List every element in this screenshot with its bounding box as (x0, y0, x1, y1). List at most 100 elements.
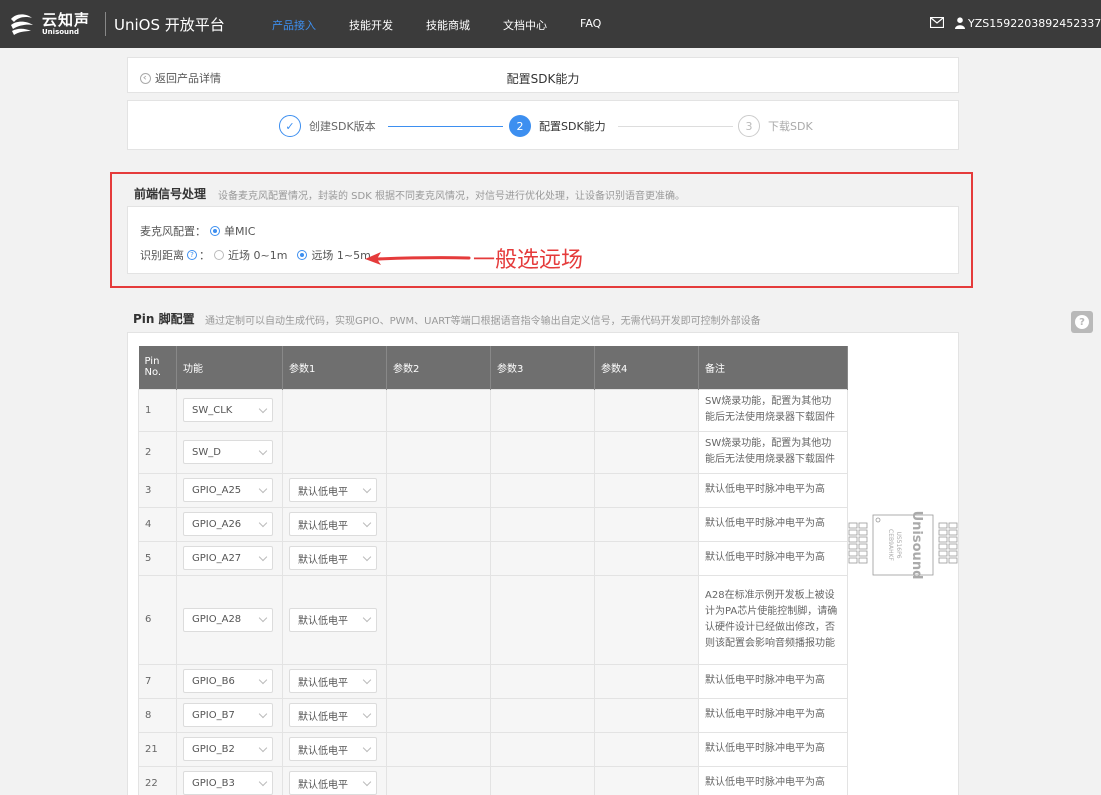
mail-icon[interactable] (930, 17, 944, 28)
param1-select[interactable]: 默认低电平 (289, 512, 377, 536)
table-row: 5 GPIO_A27 默认低电平 默认低电平时脉冲电平为高 (138, 540, 848, 576)
function-cell: GPIO_B2 (176, 731, 283, 767)
pin-number: 5 (138, 540, 177, 576)
param1-select[interactable]: 默认低电平 (289, 737, 377, 761)
note-cell: 默认低电平时脉冲电平为高 (698, 765, 848, 795)
param3-cell (490, 472, 595, 508)
radio-far-field[interactable] (297, 250, 308, 260)
param1-select[interactable]: 默认低电平 (289, 703, 377, 727)
note-cell: 默认低电平时脉冲电平为高 (698, 697, 848, 733)
chevron-down-icon (362, 777, 372, 786)
function-select[interactable]: GPIO_A27 (183, 546, 273, 570)
nav-item-skill-store[interactable]: 技能商城 (426, 17, 470, 33)
param1-select[interactable]: 默认低电平 (289, 478, 377, 502)
param1-select[interactable]: 默认低电平 (289, 669, 377, 693)
function-select[interactable]: GPIO_B7 (183, 703, 273, 727)
chevron-down-icon (258, 675, 268, 684)
step-connector (618, 126, 733, 127)
param2-cell (386, 765, 491, 795)
function-cell: GPIO_B6 (176, 663, 283, 699)
page-header: 配置SDK能力 返回产品详情 (127, 57, 959, 93)
near-field-label[interactable]: 近场 0~1m (228, 247, 287, 263)
step-number: 2 (509, 115, 531, 137)
help-icon[interactable]: ? (187, 250, 197, 260)
function-cell: SW_D (176, 430, 283, 474)
note-cell: 默认低电平时脉冲电平为高 (698, 540, 848, 576)
step-label: 创建SDK版本 (309, 120, 376, 133)
brand-logo[interactable]: 云知声 Unisound (8, 10, 90, 38)
back-arrow-icon (140, 72, 151, 84)
step-configure-sdk: 2 配置SDK能力 (509, 115, 606, 137)
note-cell: A28在标准示例开发板上被设计为PA芯片使能控制脚，请确认硬件设计已经做出修改，… (698, 574, 848, 665)
function-cell: GPIO_A28 (176, 574, 283, 665)
param1-cell: 默认低电平 (282, 472, 387, 508)
table-row: 7 GPIO_B6 默认低电平 默认低电平时脉冲电平为高 (138, 663, 848, 699)
table-row: 21 GPIO_B2 默认低电平 默认低电平时脉冲电平为高 (138, 731, 848, 767)
floating-help-button[interactable]: ? (1071, 311, 1093, 333)
frontend-section-title: 前端信号处理 (134, 187, 207, 201)
question-icon: ? (1075, 315, 1089, 329)
radio-single-mic[interactable] (210, 226, 220, 236)
chevron-down-icon (362, 518, 372, 527)
chevron-down-icon (362, 743, 372, 752)
radio-near-field[interactable] (214, 250, 224, 260)
pin-table: Pin No. 功能 参数1 参数2 参数3 参数4 备注 1 SW_CLK S… (138, 346, 848, 795)
col-param1: 参数1 (282, 346, 387, 389)
function-select[interactable]: GPIO_B2 (183, 737, 273, 761)
nav-item-product-access[interactable]: 产品接入 (272, 17, 316, 33)
param1-select[interactable]: 默认低电平 (289, 771, 377, 795)
function-select[interactable]: GPIO_A25 (183, 478, 273, 502)
mic-config-row: 麦克风配置： 单MIC (140, 223, 255, 239)
param3-cell (490, 430, 595, 474)
function-select[interactable]: SW_D (183, 440, 273, 464)
param2-cell (386, 574, 491, 665)
param1-cell (282, 388, 387, 432)
param4-cell (594, 506, 699, 542)
param1-cell: 默认低电平 (282, 663, 387, 699)
nav-item-faq[interactable]: FAQ (580, 17, 601, 30)
platform-title[interactable]: UniOS 开放平台 (114, 14, 225, 35)
chevron-down-icon (362, 613, 372, 623)
chevron-down-icon (258, 484, 268, 493)
chip-brand: Unisound (909, 511, 924, 580)
pin-number: 2 (138, 430, 177, 474)
unisound-logo-icon (11, 14, 33, 35)
function-cell: GPIO_B7 (176, 697, 283, 733)
table-row: 1 SW_CLK SW烧录功能，配置为其他功能后无法使用烧录器下载固件 (138, 388, 848, 432)
chip-diagram: Unisound US516P6 CEB9AHKF (848, 511, 958, 580)
pin-number: 4 (138, 506, 177, 542)
function-select[interactable]: GPIO_B6 (183, 669, 273, 693)
param3-cell (490, 506, 595, 542)
function-select[interactable]: GPIO_A26 (183, 512, 273, 536)
table-row: 2 SW_D SW烧录功能，配置为其他功能后无法使用烧录器下载固件 (138, 430, 848, 474)
note-cell: 默认低电平时脉冲电平为高 (698, 663, 848, 699)
function-select[interactable]: GPIO_B3 (183, 771, 273, 795)
param1-select[interactable]: 默认低电平 (289, 607, 377, 632)
nav-item-docs[interactable]: 文档中心 (503, 17, 547, 33)
annotation-text: 一般选远场 (473, 248, 584, 273)
param3-cell (490, 731, 595, 767)
note-cell: SW烧录功能，配置为其他功能后无法使用烧录器下载固件 (698, 388, 848, 432)
param1-select[interactable]: 默认低电平 (289, 546, 377, 570)
param3-cell (490, 765, 595, 795)
check-icon: ✓ (279, 115, 301, 137)
function-select[interactable]: GPIO_A28 (183, 607, 273, 632)
param2-cell (386, 731, 491, 767)
table-row: 4 GPIO_A26 默认低电平 默认低电平时脉冲电平为高 (138, 506, 848, 542)
nav-item-skill-dev[interactable]: 技能开发 (349, 17, 393, 33)
param4-cell (594, 430, 699, 474)
steps-bar: ✓ 创建SDK版本 2 配置SDK能力 3 下载SDK (127, 100, 959, 150)
param1-cell: 默认低电平 (282, 731, 387, 767)
single-mic-label[interactable]: 单MIC (224, 223, 255, 239)
chevron-down-icon (258, 446, 268, 455)
chevron-down-icon (258, 743, 268, 752)
page-title: 配置SDK能力 (506, 72, 580, 86)
far-field-label[interactable]: 远场 1~5m (311, 247, 370, 263)
back-link[interactable]: 返回产品详情 (140, 70, 221, 86)
function-select[interactable]: SW_CLK (183, 398, 273, 422)
pin-number: 1 (138, 388, 177, 432)
username[interactable]: YZS15922038924523372 (968, 17, 1101, 30)
function-cell: GPIO_A26 (176, 506, 283, 542)
function-cell: GPIO_A27 (176, 540, 283, 576)
chevron-down-icon (258, 777, 268, 786)
